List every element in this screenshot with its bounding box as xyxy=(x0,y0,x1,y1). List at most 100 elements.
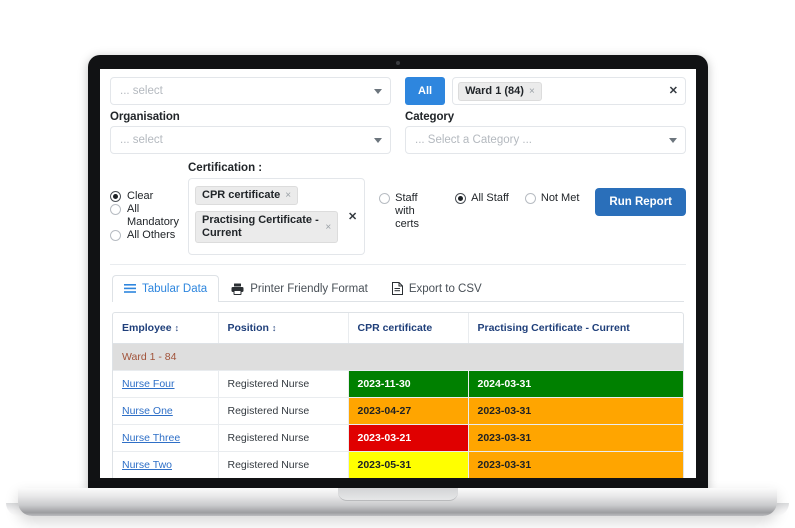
certification-chip-field[interactable]: CPR certificate × Practising Certificate… xyxy=(188,178,366,255)
cell-cpr: 2023-11-30 xyxy=(348,370,469,398)
organisation-select[interactable]: ... select xyxy=(110,126,391,154)
column-header-practising[interactable]: Practising Certificate - Current xyxy=(468,313,683,344)
tab-printer-friendly-label: Printer Friendly Format xyxy=(250,283,368,295)
radio-clear-label: Clear xyxy=(127,190,154,202)
ward-chip[interactable]: Ward 1 (84) × xyxy=(458,81,542,101)
table-header-row: Employee ↕ Position ↕ CPR certificate Prac… xyxy=(113,313,683,344)
close-icon[interactable]: × xyxy=(529,85,535,98)
employee-link[interactable]: Nurse Three xyxy=(122,432,180,444)
laptop-screen: ... select Organisation ... select All W… xyxy=(100,69,696,478)
table-group-label: Ward 1 - 84 xyxy=(113,343,683,371)
view-tabs: Tabular Data Printer Friendly Format Exp… xyxy=(100,265,696,302)
cell-position: Registered Nurse xyxy=(218,451,349,478)
run-report-button[interactable]: Run Report xyxy=(595,188,686,216)
laptop-base-notch xyxy=(337,488,458,501)
radio-all-others-label: All Others xyxy=(127,229,176,241)
report-page: ... select Organisation ... select All W… xyxy=(100,69,696,478)
cell-cpr: 2023-04-27 xyxy=(348,397,469,425)
tab-tabular-data-label: Tabular Data xyxy=(142,283,208,295)
radio-all-mandatory[interactable]: All Mandatory xyxy=(110,203,188,229)
sort-icon[interactable]: ↕ xyxy=(272,323,277,333)
radio-clear[interactable]: Clear xyxy=(110,190,188,203)
certification-chip-label: Practising Certificate - Current xyxy=(202,214,319,239)
certification-section: Clear All Mandatory All Others Certifica… xyxy=(100,154,696,255)
cell-cpr: 2023-03-21 xyxy=(348,424,469,452)
table-group-row: Ward 1 - 84 xyxy=(113,343,683,371)
radio-button-icon[interactable] xyxy=(379,193,391,204)
left-filter-column: ... select Organisation ... select xyxy=(110,77,391,154)
tab-export-csv-label: Export to CSV xyxy=(408,282,482,295)
cell-practising: 2023-03-31 xyxy=(468,424,683,452)
organisation-select-value: ... select xyxy=(120,134,163,146)
laptop-lid: ... select Organisation ... select All W… xyxy=(88,55,708,492)
radio-all-mandatory-label: All Mandatory xyxy=(127,203,179,228)
ward-chip-field[interactable]: Ward 1 (84) × ✕ xyxy=(452,77,686,105)
list-icon xyxy=(124,283,136,293)
close-icon[interactable]: × xyxy=(325,221,331,234)
cell-cpr: 2023-05-31 xyxy=(348,451,469,478)
cell-employee: Nurse One xyxy=(113,397,219,425)
radio-button-icon[interactable] xyxy=(110,191,121,202)
certification-picker: Certification : CPR certificate × Practi… xyxy=(188,162,366,255)
close-icon[interactable]: × xyxy=(285,189,291,202)
table-row: Nurse One Registered Nurse 2023-04-27 20… xyxy=(113,397,683,425)
cell-employee: Nurse Two xyxy=(113,451,219,478)
tab-export-csv[interactable]: Export to CSV xyxy=(380,274,494,302)
staff-scope-section: Staff with certs All Staff Not Met Run R… xyxy=(365,162,686,255)
cell-employee: Nurse Three xyxy=(113,424,219,452)
webcam-icon xyxy=(396,61,400,65)
column-header-position-label: Position xyxy=(227,322,269,334)
radio-staff-with-certs-label: Staff with certs xyxy=(395,192,419,230)
employee-link[interactable]: Nurse Two xyxy=(122,459,172,471)
column-header-practising-label: Practising Certificate - Current xyxy=(477,322,630,334)
clear-wards-icon[interactable]: ✕ xyxy=(669,85,678,97)
tab-printer-friendly[interactable]: Printer Friendly Format xyxy=(219,275,380,302)
cell-practising: 2023-03-31 xyxy=(468,451,683,478)
radio-staff-with-certs[interactable]: Staff with certs xyxy=(379,192,439,231)
tab-tabular-data[interactable]: Tabular Data xyxy=(112,275,220,302)
cell-employee: Nurse Four xyxy=(113,370,219,398)
ward-filter-row: All Ward 1 (84) × ✕ xyxy=(405,77,686,105)
radio-not-met[interactable]: Not Met xyxy=(524,192,579,205)
certification-chip[interactable]: CPR certificate × xyxy=(195,186,299,205)
employee-link[interactable]: Nurse Four xyxy=(122,378,175,390)
clear-certifications-icon[interactable]: ✕ xyxy=(348,211,357,223)
chevron-down-icon xyxy=(374,138,382,143)
radio-button-icon[interactable] xyxy=(110,204,121,215)
radio-button-icon[interactable] xyxy=(110,230,121,241)
cell-practising: 2023-03-31 xyxy=(468,397,683,425)
report-table-body: Ward 1 - 84 Nurse Four Registered Nurse … xyxy=(113,343,683,478)
category-label: Category xyxy=(405,111,455,123)
certification-chip-label: CPR certificate xyxy=(202,189,281,201)
column-header-cpr-label: CPR certificate xyxy=(357,322,433,334)
category-select[interactable]: ... Select a Category ... xyxy=(405,126,686,154)
radio-all-staff[interactable]: All Staff xyxy=(455,192,509,205)
chevron-down-icon xyxy=(669,138,677,143)
filters-section: ... select Organisation ... select All W… xyxy=(100,69,696,154)
cell-position: Registered Nurse xyxy=(218,370,349,398)
certification-mode-radios: Clear All Mandatory All Others xyxy=(110,162,188,255)
column-header-cpr[interactable]: CPR certificate xyxy=(348,313,469,344)
cell-practising: 2024-03-31 xyxy=(468,370,683,398)
laptop-mockup: ... select Organisation ... select All W… xyxy=(0,0,795,528)
radio-all-others[interactable]: All Others xyxy=(110,229,188,242)
certification-title: Certification : xyxy=(188,162,263,174)
column-header-position[interactable]: Position ↕ xyxy=(218,313,349,344)
radio-all-staff-label: All Staff xyxy=(471,192,509,204)
certification-chip[interactable]: Practising Certificate - Current × xyxy=(195,211,339,243)
radio-button-icon[interactable] xyxy=(455,193,467,204)
category-select-value: ... Select a Category ... xyxy=(415,134,532,146)
org-top-select[interactable]: ... select xyxy=(110,77,391,105)
ward-chip-label: Ward 1 (84) xyxy=(465,84,524,97)
radio-button-icon[interactable] xyxy=(524,193,536,204)
column-header-employee[interactable]: Employee ↕ xyxy=(113,313,219,344)
right-filter-column: All Ward 1 (84) × ✕ Category ... Select … xyxy=(405,77,686,154)
employee-link[interactable]: Nurse One xyxy=(122,405,173,417)
column-header-employee-label: Employee xyxy=(122,322,172,334)
org-top-select-value: ... select xyxy=(120,85,163,97)
all-wards-button[interactable]: All xyxy=(405,77,446,105)
table-row: Nurse Three Registered Nurse 2023-03-21 … xyxy=(113,424,683,452)
cell-position: Registered Nurse xyxy=(218,424,349,452)
sort-icon[interactable]: ↕ xyxy=(175,323,180,333)
cell-position: Registered Nurse xyxy=(218,397,349,425)
